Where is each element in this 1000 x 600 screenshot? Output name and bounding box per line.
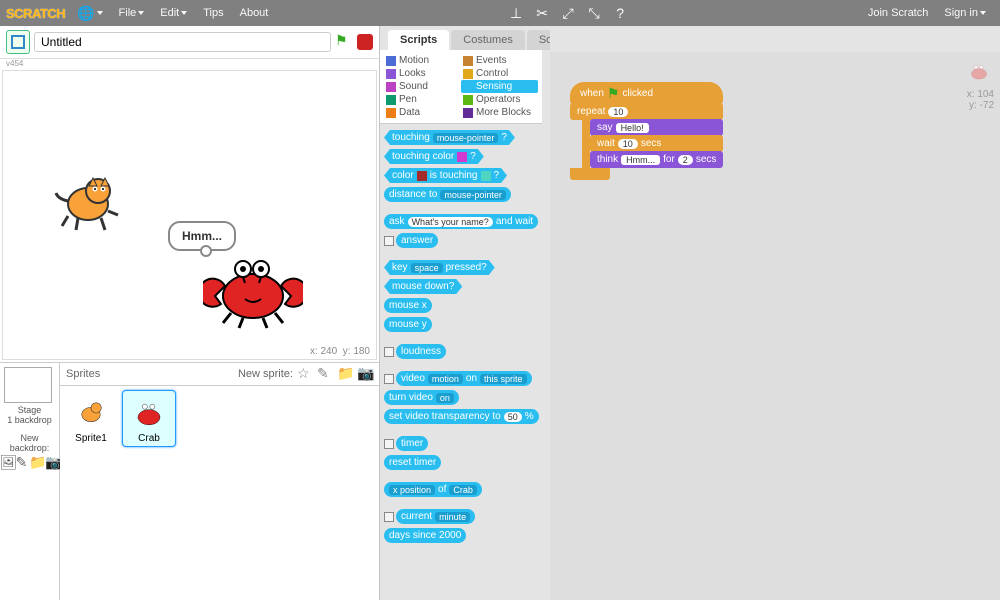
join-scratch[interactable]: Join Scratch	[860, 5, 937, 21]
sprite-tile-label: Crab	[125, 433, 173, 444]
backdrop-library-icon[interactable]: 🖼	[0, 455, 14, 467]
sprite-crab[interactable]	[203, 241, 303, 331]
help-icon[interactable]: ?	[611, 4, 629, 22]
block-answer[interactable]: answer	[396, 233, 438, 248]
sprite-camera-icon[interactable]: 📷	[357, 366, 373, 382]
block-think-for-secs[interactable]: thinkHmm...for2secs	[590, 151, 723, 168]
cat-control[interactable]: Control	[461, 67, 538, 80]
sprite-pane: Stage 1 backdrop New backdrop: 🖼 ✎ 📁 📷 S…	[0, 362, 379, 600]
stop-icon[interactable]	[357, 34, 373, 50]
reporter-checkbox[interactable]	[384, 236, 394, 246]
block-touching-color[interactable]: touching color?	[384, 149, 484, 164]
block-ask[interactable]: askWhat's your name?and wait	[384, 214, 538, 229]
repeat-foot[interactable]	[570, 168, 610, 180]
tab-costumes[interactable]: Costumes	[451, 30, 525, 50]
reporter-checkbox[interactable]	[384, 512, 394, 522]
menu-about[interactable]: About	[232, 5, 277, 21]
block-distance-to[interactable]: distance tomouse-pointer	[384, 187, 511, 202]
green-flag-icon: ⚑	[607, 86, 620, 100]
stage-label: Stage	[4, 405, 55, 415]
stage-info[interactable]: Stage 1 backdrop New backdrop: 🖼 ✎ 📁 📷	[0, 363, 60, 600]
block-key-pressed[interactable]: keyspacepressed?	[384, 260, 495, 275]
cat-operators[interactable]: Operators	[461, 93, 538, 106]
block-turn-video[interactable]: turn videoon	[384, 390, 459, 405]
sprite-tile-sprite1[interactable]: Sprite1	[64, 390, 118, 447]
cat-sound[interactable]: Sound	[384, 80, 461, 93]
backdrop-paint-icon[interactable]: ✎	[16, 455, 28, 467]
scissors-tool-icon[interactable]: ✂	[533, 4, 551, 22]
new-backdrop-label: New backdrop:	[4, 433, 55, 453]
script-area[interactable]: x: 104 y: -72 when ⚑ clicked repeat10 sa…	[550, 52, 1000, 600]
sprite-tile-crab[interactable]: Crab	[122, 390, 176, 447]
block-palette: touchingmouse-pointer? touching color? c…	[380, 124, 550, 600]
hat-when-flag-clicked[interactable]: when ⚑ clicked	[570, 82, 723, 104]
cat-moreblocks[interactable]: More Blocks	[461, 106, 538, 119]
block-mouse-x[interactable]: mouse x	[384, 298, 432, 313]
new-sprite-label: New sprite:	[238, 368, 293, 380]
block-attr-of[interactable]: x positionofCrab	[384, 482, 482, 497]
stage[interactable]: Hmm... x: 240 y: 180	[2, 70, 377, 360]
backdrop-count: 1 backdrop	[4, 415, 55, 425]
block-categories: Motion Events Looks Control Sound Sensin…	[380, 50, 542, 124]
crab-icon	[964, 58, 994, 84]
sprite-paint-icon[interactable]: ✎	[317, 366, 333, 382]
editor-tabs: Scripts Costumes Sounds	[380, 26, 550, 50]
sprite-upload-icon[interactable]: 📁	[337, 366, 353, 382]
backdrop-camera-icon[interactable]: 📷	[45, 455, 59, 467]
block-mouse-down[interactable]: mouse down?	[384, 279, 462, 294]
cat-sensing[interactable]: Sensing	[461, 80, 538, 93]
block-mouse-y[interactable]: mouse y	[384, 317, 432, 332]
version-label: v454	[6, 59, 379, 68]
block-video-transparency[interactable]: set video transparency to50%	[384, 409, 539, 424]
green-flag-icon[interactable]: ⚑	[335, 33, 353, 51]
backdrop-upload-icon[interactable]: 📁	[29, 455, 43, 467]
project-title-input[interactable]	[34, 32, 331, 52]
block-timer[interactable]: timer	[396, 436, 428, 451]
sprite-cat[interactable]	[53, 166, 123, 236]
stage-coords: x: 240 y: 180	[310, 346, 370, 357]
sign-in[interactable]: Sign in	[936, 5, 994, 21]
grow-tool-icon[interactable]: ⤢	[559, 4, 577, 22]
block-touching[interactable]: touchingmouse-pointer?	[384, 130, 515, 145]
block-color-touching[interactable]: coloris touching?	[384, 168, 507, 183]
block-say[interactable]: sayHello!	[590, 119, 723, 136]
globe-icon[interactable]: 🌐	[69, 4, 110, 22]
reporter-checkbox[interactable]	[384, 347, 394, 357]
stage-header: ⚑	[0, 26, 379, 59]
cat-pen[interactable]: Pen	[384, 93, 461, 106]
sprite-tile-label: Sprite1	[67, 433, 115, 444]
stage-thumbnail[interactable]	[4, 367, 52, 403]
stamp-tool-icon[interactable]: ⊥	[507, 4, 525, 22]
scratch-logo[interactable]: SCRATCH	[6, 6, 65, 21]
block-repeat[interactable]: repeat10	[570, 103, 723, 120]
block-current[interactable]: currentminute	[396, 509, 475, 524]
block-reset-timer[interactable]: reset timer	[384, 455, 441, 470]
cat-looks[interactable]: Looks	[384, 67, 461, 80]
block-days-since-2000[interactable]: days since 2000	[384, 528, 466, 543]
sprites-title: Sprites	[66, 368, 100, 380]
block-loudness[interactable]: loudness	[396, 344, 446, 359]
menu-file[interactable]: File	[111, 5, 153, 21]
selected-sprite-info: x: 104 y: -72	[964, 58, 994, 111]
block-video-on[interactable]: videomotiononthis sprite	[396, 371, 532, 386]
fullscreen-button[interactable]	[6, 30, 30, 54]
menubar: SCRATCH 🌐 File Edit Tips About ⊥ ✂ ⤢ ⤡ ?…	[0, 0, 1000, 26]
script-stack[interactable]: when ⚑ clicked repeat10 sayHello! wait10…	[570, 82, 723, 180]
menu-tips[interactable]: Tips	[195, 5, 231, 21]
cat-events[interactable]: Events	[461, 54, 538, 67]
reporter-checkbox[interactable]	[384, 374, 394, 384]
tab-scripts[interactable]: Scripts	[388, 30, 449, 50]
sprite-library-icon[interactable]: ☆	[297, 366, 313, 382]
cat-motion[interactable]: Motion	[384, 54, 461, 67]
shrink-tool-icon[interactable]: ⤡	[585, 4, 603, 22]
cat-data[interactable]: Data	[384, 106, 461, 119]
reporter-checkbox[interactable]	[384, 439, 394, 449]
block-wait[interactable]: wait10secs	[590, 135, 723, 152]
menu-edit[interactable]: Edit	[152, 5, 195, 21]
